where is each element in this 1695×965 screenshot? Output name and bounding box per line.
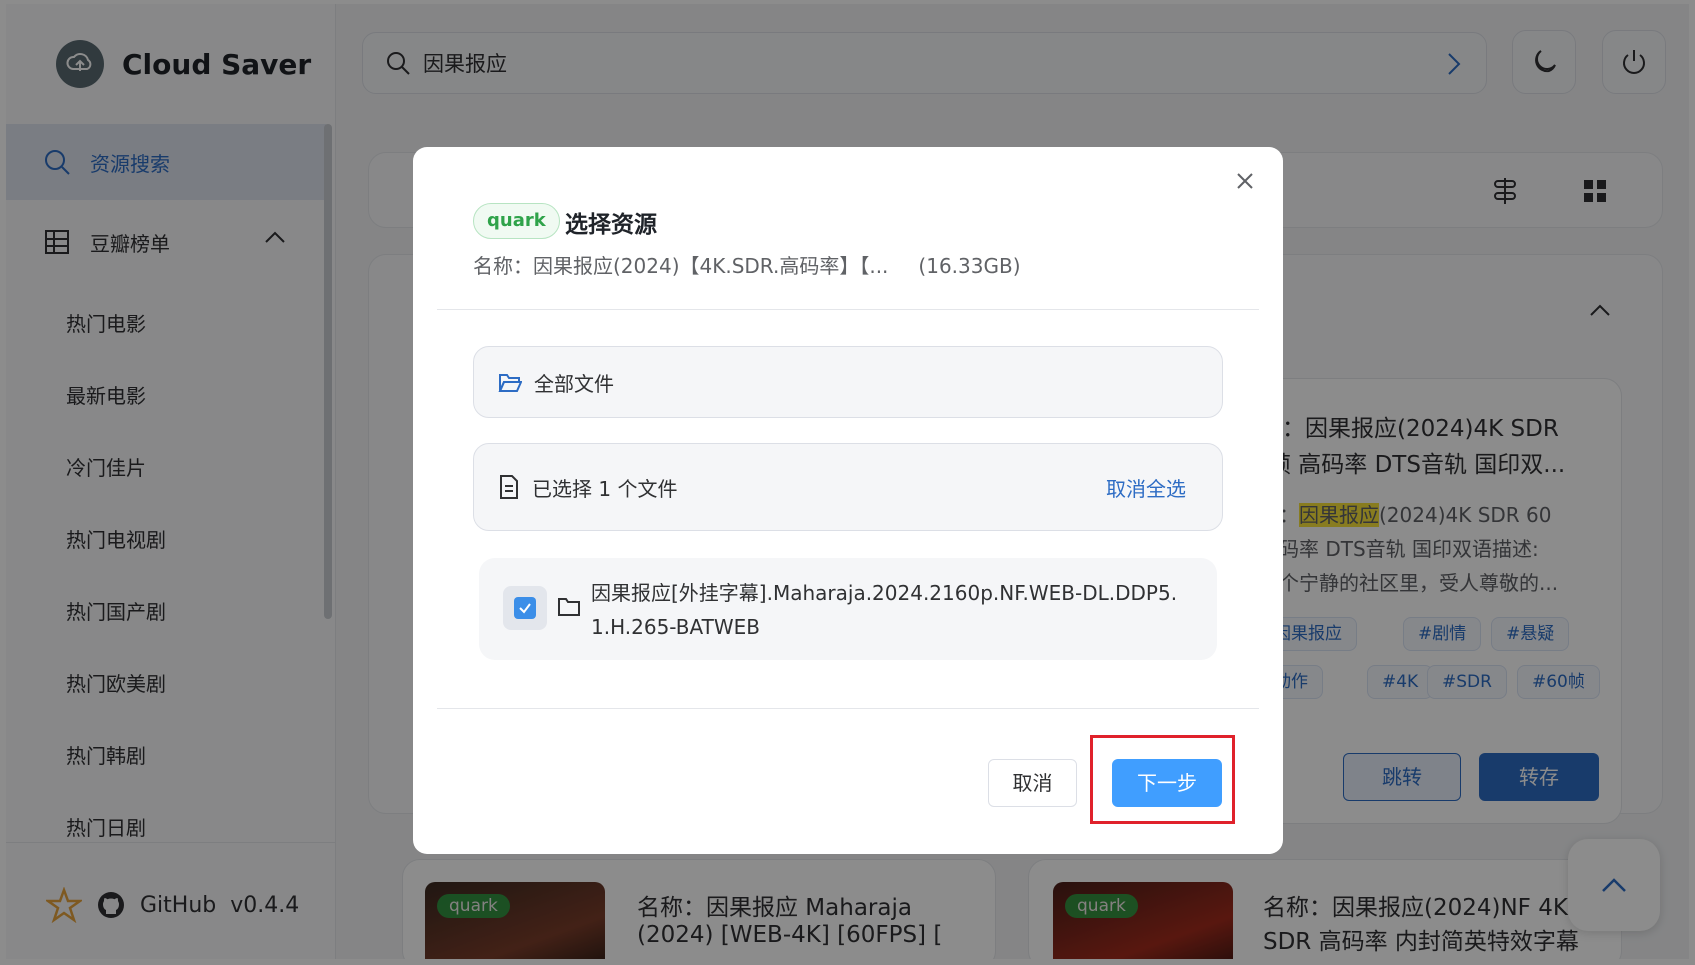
all-files-breadcrumb[interactable]: 全部文件 (473, 346, 1223, 418)
quark-badge: quark (473, 203, 560, 239)
resource-size: (16.33GB) (918, 254, 1021, 278)
folder-icon (558, 598, 580, 616)
select-resource-dialog: quark 选择资源 名称：因果报应(2024)【4K.SDR.高码率】【...… (413, 147, 1283, 854)
cancel-button[interactable]: 取消 (988, 759, 1077, 807)
selection-summary: 已选择 1 个文件 取消全选 (473, 443, 1223, 531)
file-row[interactable]: 因果报应[外挂字幕].Maharaja.2024.2160p.NF.WEB-DL… (479, 558, 1217, 660)
divider (437, 309, 1259, 310)
folder-open-icon (498, 374, 522, 392)
selected-count-label: 已选择 1 个文件 (532, 476, 678, 501)
file-name: 因果报应[外挂字幕].Maharaja.2024.2160p.NF.WEB-DL… (591, 581, 1178, 639)
resource-name: 名称：因果报应(2024)【4K.SDR.高码率】【... (16.33GB) (473, 254, 1021, 278)
divider (437, 708, 1259, 709)
next-step-button[interactable]: 下一步 (1112, 759, 1222, 807)
document-icon (500, 475, 518, 499)
close-icon[interactable] (1235, 171, 1255, 191)
deselect-all-link[interactable]: 取消全选 (1106, 473, 1186, 502)
all-files-label: 全部文件 (534, 371, 614, 396)
dialog-title: 选择资源 (565, 212, 657, 238)
checkmark-icon (514, 597, 536, 619)
file-checkbox[interactable] (503, 586, 547, 630)
